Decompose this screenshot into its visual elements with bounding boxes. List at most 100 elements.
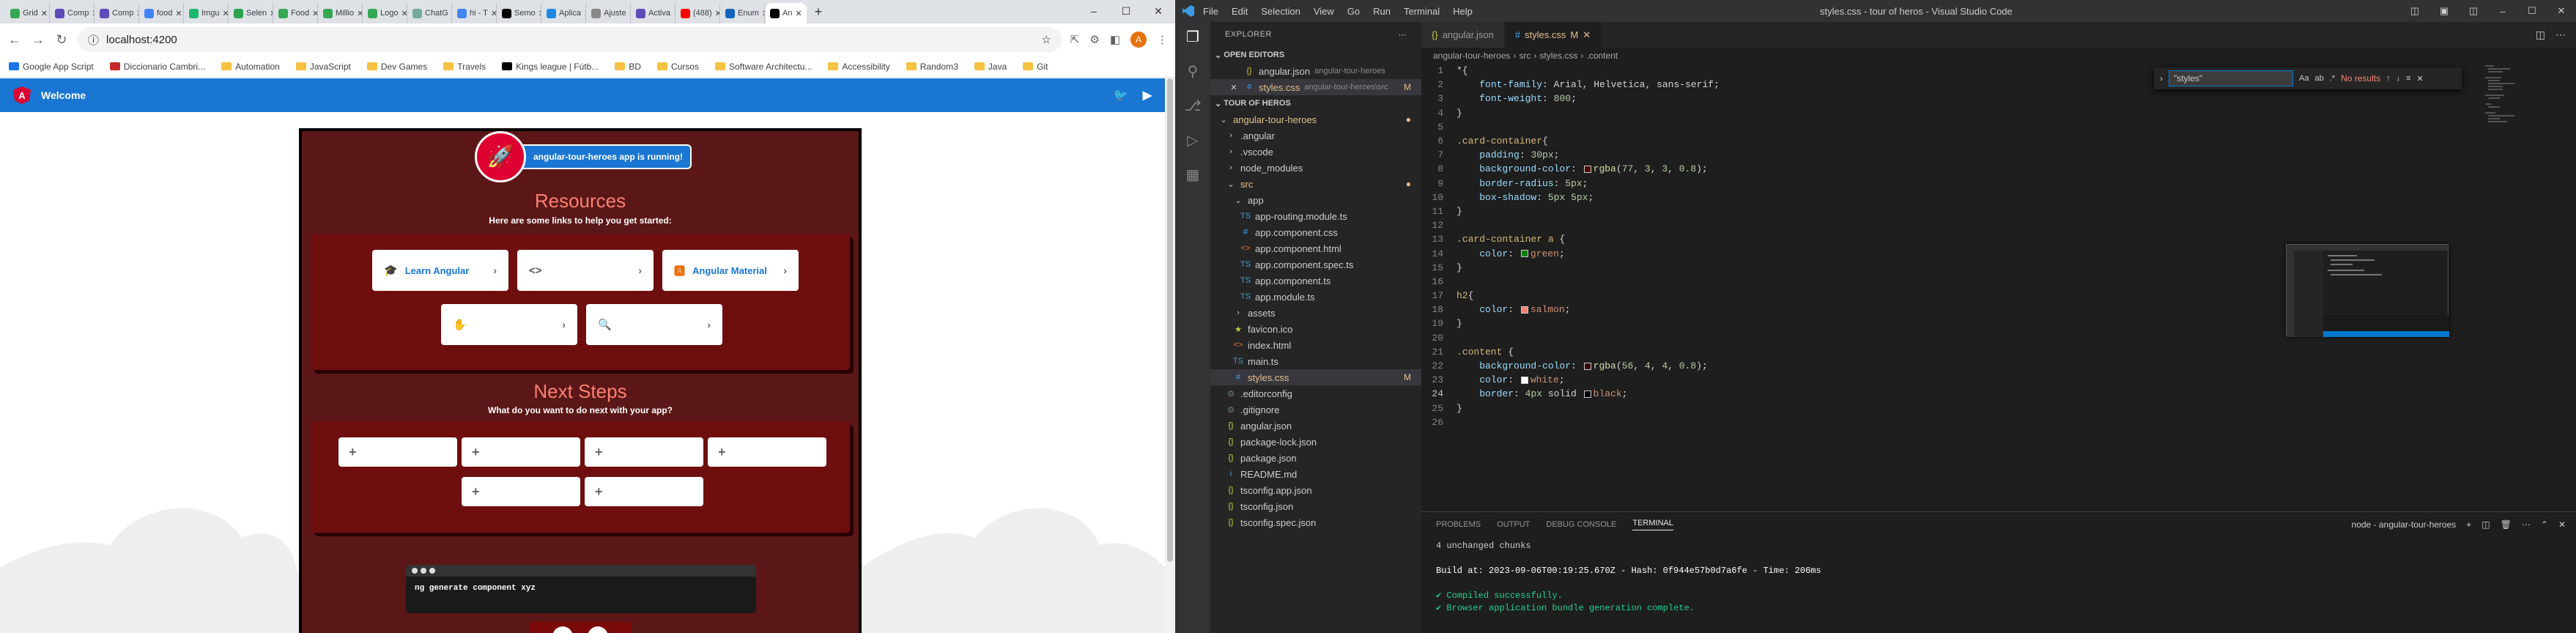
tree-item[interactable]: ⌄ app (1210, 192, 1421, 208)
tree-item[interactable]: i README.md (1210, 466, 1421, 482)
devtools-card[interactable]: 🔍 › (586, 304, 722, 345)
breadcrumb-item[interactable]: src (1519, 51, 1531, 61)
panel-tab-output[interactable]: OUTPUT (1497, 520, 1530, 529)
color-swatch[interactable] (1583, 165, 1591, 173)
tab-close-icon[interactable]: ✕ (451, 9, 452, 18)
tree-item[interactable]: ⚙ .gitignore (1210, 401, 1421, 418)
open-editor-item[interactable]: {} angular.json angular-tour-heroes (1210, 63, 1421, 79)
tab-close-icon[interactable]: ✕ (715, 9, 719, 18)
learn-angular-card[interactable]: 🎓 Learn Angular › (372, 250, 508, 291)
whole-word-icon[interactable]: ab (2314, 74, 2323, 83)
window-thumbnail-preview[interactable] (2286, 244, 2449, 337)
tree-item[interactable]: TS app.module.ts (1210, 289, 1421, 305)
tab-close-icon[interactable]: ✕ (762, 9, 764, 18)
site-info-icon[interactable]: ⓘ (88, 32, 99, 48)
minimize-button[interactable]: – (1078, 0, 1110, 22)
toggle-replace-icon[interactable]: › (2160, 73, 2163, 84)
tab-close-icon[interactable]: ✕ (401, 9, 407, 18)
angular-material-button[interactable]: + (462, 437, 580, 467)
browser-tab[interactable]: Activa✕ (632, 3, 676, 23)
add-dependency-button[interactable]: + (708, 437, 826, 467)
find-input[interactable]: "styles" (2169, 70, 2293, 86)
browser-tab[interactable]: ChatG✕ (408, 3, 452, 23)
layout-toggle-icon[interactable]: ◫ (2400, 5, 2429, 17)
bookmark-item[interactable]: Software Architectu... (714, 62, 812, 72)
tree-item[interactable]: {} package-lock.json (1210, 434, 1421, 450)
close-icon[interactable]: ✕ (1228, 83, 1240, 92)
split-terminal-icon[interactable]: ◫ (2481, 519, 2490, 530)
menu-edit[interactable]: Edit (1232, 6, 1248, 17)
tab-close-icon[interactable]: ✕ (795, 9, 802, 18)
layout-toggle-icon[interactable]: ◫ (2459, 5, 2488, 17)
color-swatch[interactable] (1583, 362, 1591, 370)
minimap[interactable] (2484, 64, 2528, 130)
tab-close-icon[interactable]: ✕ (175, 9, 182, 18)
tree-item[interactable]: TS app.component.ts (1210, 273, 1421, 289)
menu-go[interactable]: Go (1347, 6, 1360, 17)
tab-close-icon[interactable]: ✕ (312, 9, 317, 18)
back-icon[interactable]: ← (7, 32, 22, 48)
browser-tab[interactable]: Imgu ✕ (185, 3, 229, 23)
forward-icon[interactable]: → (31, 32, 45, 48)
browser-tab[interactable]: Aplica✕ (542, 3, 586, 23)
maximize-button[interactable]: ☐ (2517, 5, 2547, 17)
browser-tab[interactable]: Selen✕ (229, 3, 273, 23)
open-editors-section[interactable]: ⌄ OPEN EDITORS (1210, 47, 1421, 63)
add-pwa-button[interactable]: + (585, 437, 703, 467)
bookmark-item[interactable]: Cursos (656, 62, 699, 72)
bookmark-item[interactable]: JavaScript (295, 62, 351, 72)
bookmark-item[interactable]: Automation (221, 62, 280, 72)
editor-tab[interactable]: # styles.css M ✕ (1504, 22, 1602, 48)
panel-tab-terminal[interactable]: TERMINAL (1632, 519, 1673, 530)
tree-item[interactable]: TS main.ts (1210, 353, 1421, 369)
browser-tab[interactable]: (488)✕ (676, 3, 720, 23)
bookmark-star-icon[interactable]: ☆ (1041, 33, 1051, 46)
more-actions-icon[interactable]: ⋯ (1399, 30, 1407, 40)
bookmark-item[interactable]: Diccionario Cambri... (109, 62, 205, 72)
browser-tab[interactable]: food ✕ (140, 3, 184, 23)
tree-item[interactable]: TS app.component.spec.ts (1210, 256, 1421, 273)
bookmark-item[interactable]: Java (974, 62, 1007, 72)
menu-help[interactable]: Help (1453, 6, 1473, 17)
regex-icon[interactable]: .* (2330, 74, 2335, 83)
share-icon[interactable]: ⇱ (1070, 33, 1080, 46)
extensions-icon[interactable]: ▦ (1186, 166, 1200, 184)
bookmark-item[interactable]: Git (1023, 62, 1048, 72)
layout-toggle-icon[interactable]: ▣ (2429, 5, 2459, 17)
tree-item[interactable]: <> app.component.html (1210, 240, 1421, 256)
close-panel-icon[interactable]: ✕ (2558, 519, 2566, 530)
tab-close-icon[interactable]: ✕ (222, 9, 228, 18)
bookmark-item[interactable]: Random3 (906, 62, 958, 72)
tab-close-icon[interactable]: ✕ (270, 9, 273, 18)
bookmark-item[interactable]: Travels (443, 62, 486, 72)
angular-blog-card[interactable]: ✋ › (441, 304, 577, 345)
tree-item[interactable]: ★ favicon.ico (1210, 321, 1421, 337)
browser-tab[interactable]: hi - T✕ (453, 3, 497, 23)
terminal-selector[interactable]: node - angular-tour-heroes (2352, 519, 2457, 530)
breadcrumb-item[interactable]: angular-tour-heroes (1433, 51, 1510, 61)
extensions-icon[interactable]: ⚙ (1089, 33, 1099, 46)
menu-kebab-icon[interactable]: ⋮ (1157, 33, 1168, 46)
build-production-button[interactable]: + (585, 477, 703, 506)
panel-tab-problems[interactable]: PROBLEMS (1436, 520, 1481, 529)
menu-view[interactable]: View (1314, 6, 1334, 17)
color-swatch[interactable] (1583, 390, 1591, 398)
tree-item[interactable]: › .angular (1210, 127, 1421, 144)
tree-item[interactable]: <> index.html (1210, 337, 1421, 353)
tab-close-icon[interactable]: ✕ (584, 9, 585, 18)
twitter-icon[interactable]: 🐦 (1114, 88, 1128, 103)
bookmark-item[interactable]: Accessibility (828, 62, 890, 72)
close-button[interactable]: ✕ (1142, 0, 1174, 22)
bookmark-item[interactable]: Dev Games (366, 62, 427, 72)
run-tests-button[interactable]: + (462, 477, 580, 506)
kill-terminal-icon[interactable]: 🗑 (2501, 519, 2512, 530)
color-swatch[interactable] (1520, 250, 1528, 258)
tree-item[interactable]: {} tsconfig.app.json (1210, 482, 1421, 498)
search-icon[interactable]: ⚲ (1188, 62, 1199, 81)
tab-close-icon[interactable]: ✕ (41, 9, 48, 18)
page-scrollbar[interactable] (1165, 78, 1175, 633)
color-swatch[interactable] (1520, 306, 1528, 314)
tree-item[interactable]: ⚙ .editorconfig (1210, 385, 1421, 401)
match-case-icon[interactable]: Aa (2299, 74, 2309, 83)
tree-item[interactable]: {} package.json (1210, 450, 1421, 466)
